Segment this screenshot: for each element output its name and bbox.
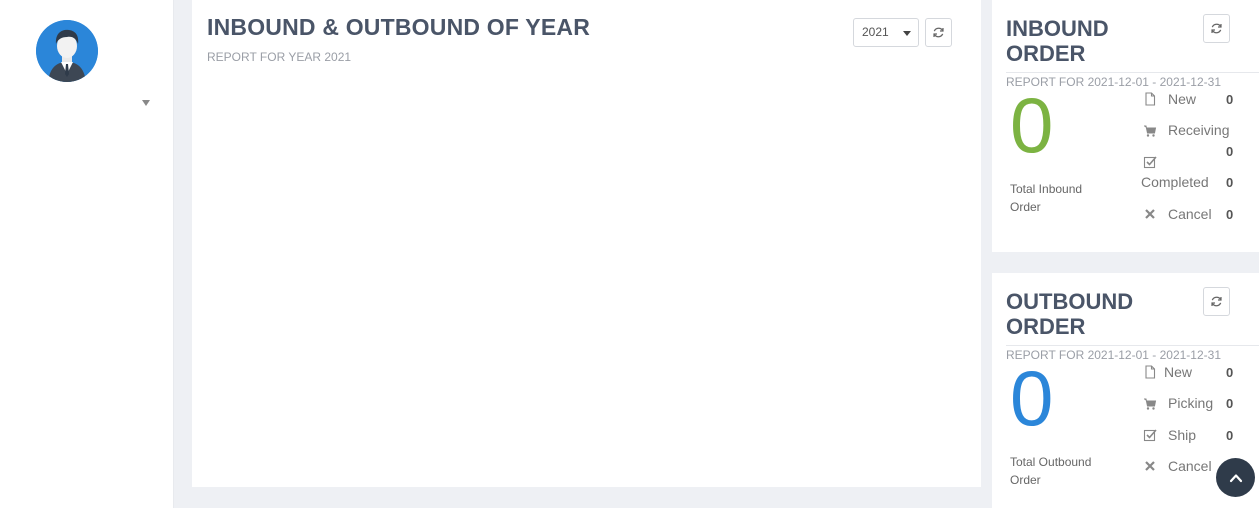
outbound-stat-new-label: New bbox=[1164, 364, 1193, 380]
cart-icon bbox=[1144, 125, 1157, 137]
inbound-refresh-button[interactable] bbox=[1203, 14, 1230, 43]
inbound-stat-receiving-value: 0 bbox=[1226, 144, 1234, 159]
inbound-card-title: INBOUND ORDER bbox=[1006, 16, 1109, 66]
outbound-stat-ship-value: 0 bbox=[1226, 428, 1234, 443]
refresh-icon bbox=[933, 27, 944, 38]
year-select[interactable]: 2021 bbox=[853, 18, 919, 47]
outbound-total-label-line2: Order bbox=[1010, 473, 1041, 487]
check-square-icon bbox=[1143, 429, 1157, 442]
outbound-stat-picking-value: 0 bbox=[1226, 396, 1234, 411]
inbound-stat-completed-value: 0 bbox=[1226, 175, 1234, 190]
outbound-title-line1: OUTBOUND bbox=[1006, 289, 1134, 314]
file-icon bbox=[1145, 365, 1156, 379]
x-icon bbox=[1145, 461, 1155, 471]
cart-icon bbox=[1144, 398, 1157, 410]
user-avatar-icon bbox=[36, 20, 98, 82]
refresh-icon bbox=[1211, 296, 1222, 307]
outbound-total-value: 0 bbox=[1010, 354, 1054, 442]
yearly-report-title: INBOUND & OUTBOUND OF YEAR bbox=[207, 14, 591, 40]
outbound-title-line2: ORDER bbox=[1006, 314, 1086, 339]
divider bbox=[1006, 345, 1259, 346]
chevron-down-icon bbox=[903, 31, 911, 36]
chevron-up-icon bbox=[1229, 473, 1242, 482]
outbound-total-label: Total Outbound Order bbox=[1010, 453, 1120, 489]
outbound-stat-new-value: 0 bbox=[1226, 365, 1234, 380]
refresh-icon bbox=[1211, 23, 1222, 34]
outbound-refresh-button[interactable] bbox=[1203, 287, 1230, 316]
yearly-report-panel: INBOUND & OUTBOUND OF YEAR REPORT FOR YE… bbox=[192, 0, 981, 487]
inbound-title-line1: INBOUND bbox=[1006, 16, 1109, 41]
inbound-total-value: 0 bbox=[1010, 81, 1054, 169]
file-icon bbox=[1145, 92, 1156, 106]
inbound-stat-new-value: 0 bbox=[1226, 92, 1234, 107]
outbound-stat-picking-label: Picking bbox=[1168, 395, 1214, 411]
sidebar bbox=[0, 0, 174, 508]
inbound-stat-cancel-value: 0 bbox=[1226, 207, 1234, 222]
inbound-stat-cancel-label: Cancel bbox=[1168, 206, 1212, 222]
user-avatar[interactable] bbox=[36, 20, 98, 82]
outbound-stat-ship-label: Ship bbox=[1168, 427, 1197, 443]
x-icon bbox=[1145, 209, 1155, 219]
outbound-stat-cancel-label: Cancel bbox=[1168, 458, 1212, 474]
inbound-total-label: Total Inbound Order bbox=[1010, 180, 1120, 216]
year-select-value: 2021 bbox=[862, 25, 889, 39]
inbound-total-label-line2: Order bbox=[1010, 200, 1041, 214]
outbound-total-label-line1: Total Outbound bbox=[1010, 455, 1092, 469]
inbound-title-line2: ORDER bbox=[1006, 41, 1086, 66]
inbound-order-card: INBOUND ORDER REPORT FOR 2021-12-01 - 20… bbox=[992, 0, 1259, 252]
inbound-stat-new-label: New bbox=[1168, 91, 1197, 107]
inbound-stat-completed-label: Completed bbox=[1141, 174, 1209, 190]
yearly-report-subtitle: REPORT FOR YEAR 2021 bbox=[207, 50, 352, 64]
divider bbox=[1006, 72, 1259, 73]
scroll-to-top-button[interactable] bbox=[1216, 458, 1255, 497]
inbound-total-label-line1: Total Inbound bbox=[1010, 182, 1083, 196]
user-menu-caret-icon[interactable] bbox=[142, 100, 150, 106]
outbound-card-title: OUTBOUND ORDER bbox=[1006, 289, 1133, 339]
inbound-stat-receiving-label: Receiving bbox=[1168, 122, 1230, 138]
check-square-icon bbox=[1143, 156, 1157, 169]
yearly-refresh-button[interactable] bbox=[925, 18, 952, 47]
